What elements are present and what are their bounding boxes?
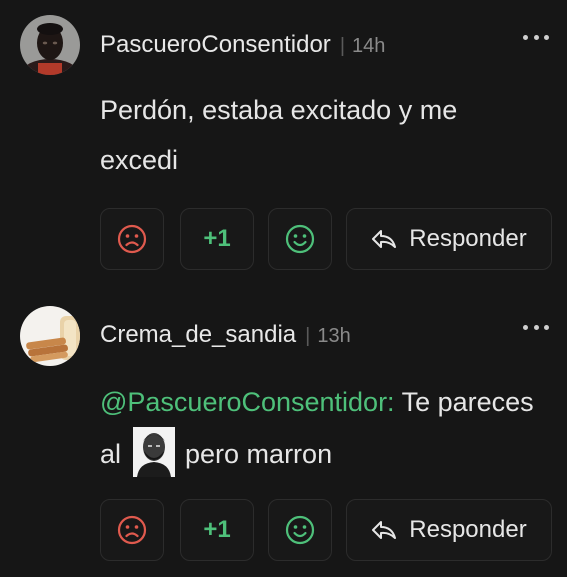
username-label[interactable]: PascueroConsentidor: [100, 31, 331, 58]
reply-button[interactable]: Responder: [346, 208, 552, 270]
downvote-button[interactable]: [100, 208, 164, 270]
avatar[interactable]: [20, 15, 80, 75]
comment-text-part2: pero marron: [185, 439, 333, 469]
upvote-button[interactable]: [268, 499, 332, 561]
downvote-button[interactable]: [100, 499, 164, 561]
username[interactable]: PascueroConsentidor | 14h: [100, 31, 385, 59]
reply-arrow-icon: [372, 521, 397, 539]
comment: Crema_de_sandia | 13h @PascueroConsentidor…: [0, 290, 567, 577]
sad-face-icon: [117, 224, 147, 254]
timestamp: 14h: [352, 35, 386, 57]
user-mention[interactable]: @PascueroConsentidor:: [100, 387, 395, 417]
username[interactable]: Crema_de_sandia | 13h: [100, 321, 351, 349]
vote-count-button[interactable]: +1: [180, 208, 254, 270]
vote-count: +1: [203, 516, 231, 543]
separator: |: [339, 35, 346, 57]
reply-arrow-icon: [372, 230, 397, 248]
more-options-icon[interactable]: [523, 322, 549, 332]
reply-button[interactable]: Responder: [346, 499, 552, 561]
comment: PascueroConsentidor | 14h Perdón, estaba e…: [0, 0, 567, 290]
happy-face-icon: [285, 224, 315, 254]
happy-face-icon: [285, 515, 315, 545]
more-options-icon[interactable]: [523, 32, 549, 42]
reply-label: Responder: [409, 516, 527, 543]
vote-count-button[interactable]: +1: [180, 499, 254, 561]
reply-label: Responder: [409, 225, 527, 252]
upvote-button[interactable]: [268, 208, 332, 270]
face-sticker-image: [133, 427, 176, 477]
vote-count: +1: [203, 225, 231, 252]
separator: |: [305, 325, 311, 347]
avatar[interactable]: [20, 306, 80, 366]
comment-text: Perdón, estaba excitado y me excedi: [100, 95, 458, 175]
comment-text: @PascueroConsentidor: Te pareces al pero…: [100, 377, 540, 479]
timestamp: 13h: [317, 325, 351, 347]
sad-face-icon: [117, 515, 147, 545]
username-label[interactable]: Crema_de_sandia: [100, 321, 296, 348]
